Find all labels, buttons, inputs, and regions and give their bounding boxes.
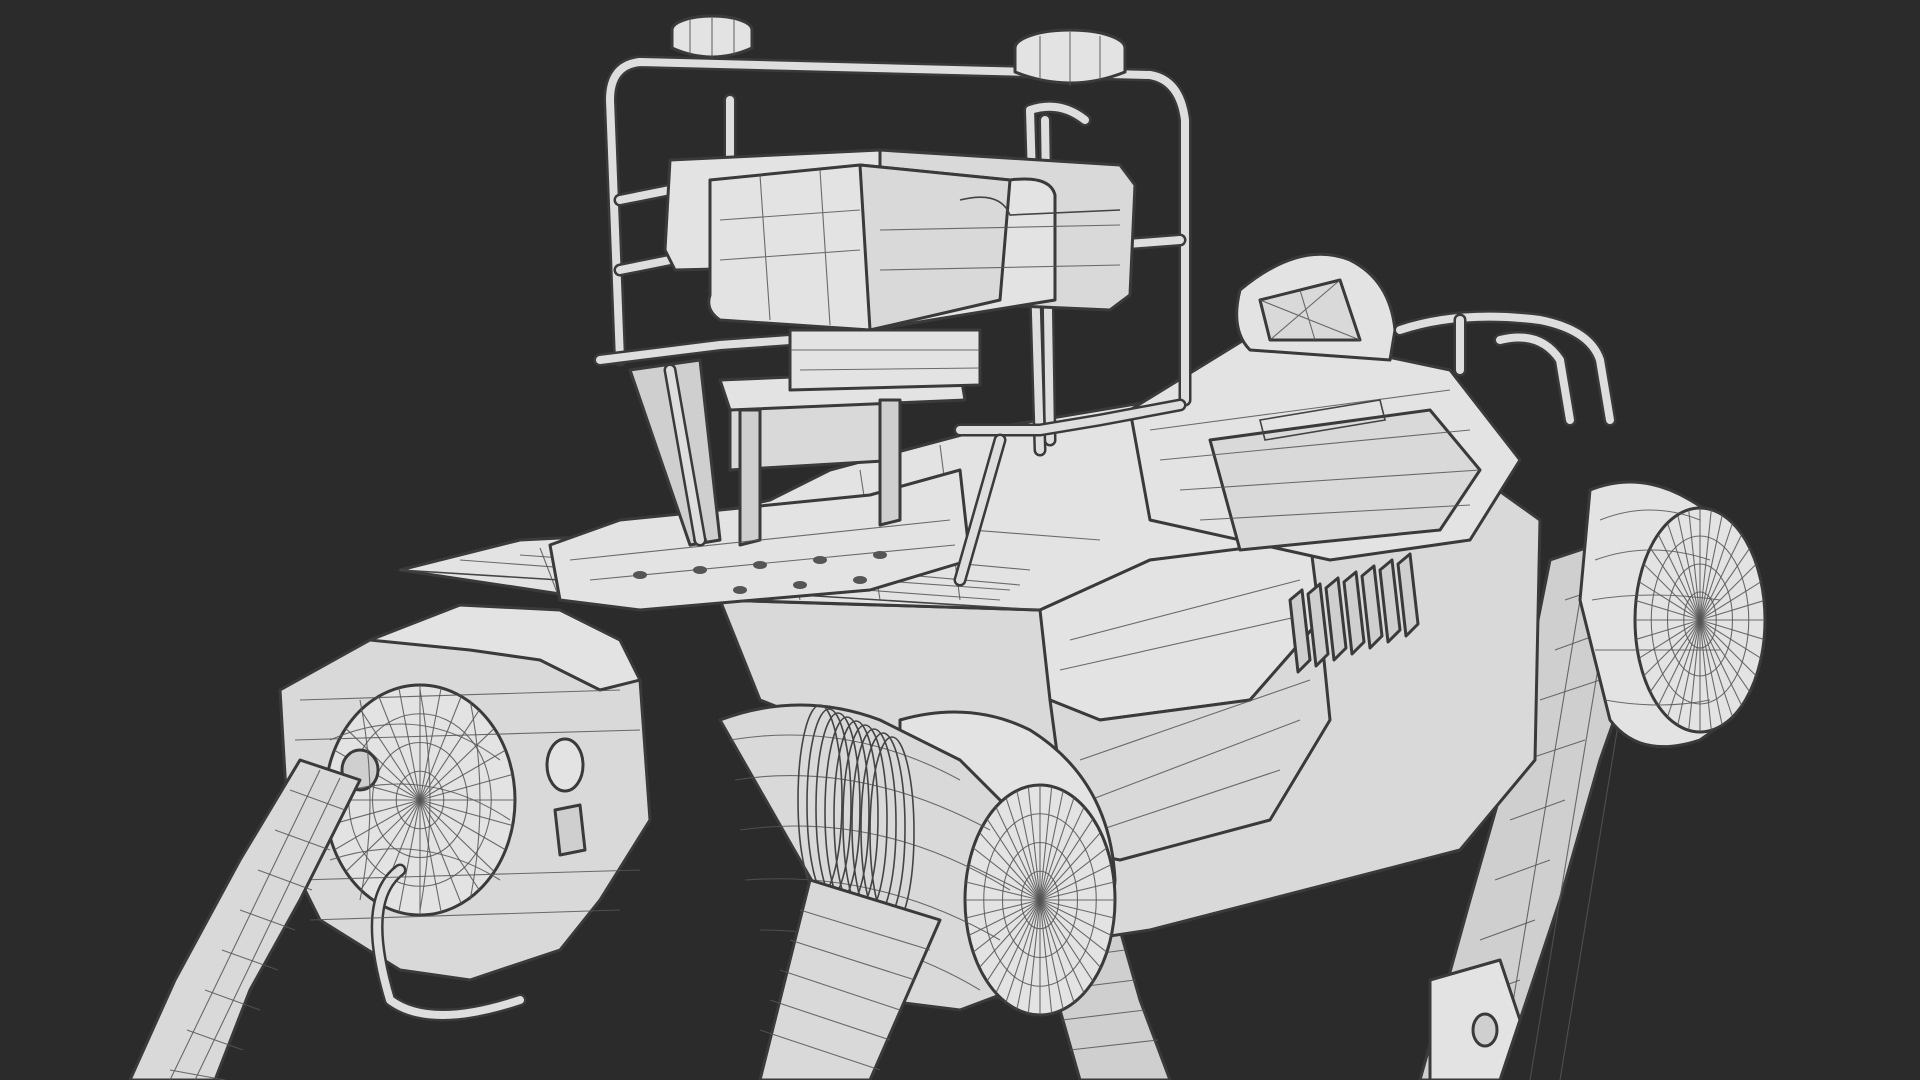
payload-platform	[548, 358, 972, 612]
rear-right-knee	[1428, 958, 1522, 1080]
rear-right-hip-joint	[1578, 480, 1767, 749]
rear-sensor	[1235, 252, 1397, 362]
render-viewport	[0, 0, 1920, 1080]
wireframe-render	[128, 14, 1767, 1080]
rail-caps	[670, 14, 1127, 86]
camera-unit	[663, 148, 1137, 392]
front-left-shoulder	[718, 703, 1117, 1080]
